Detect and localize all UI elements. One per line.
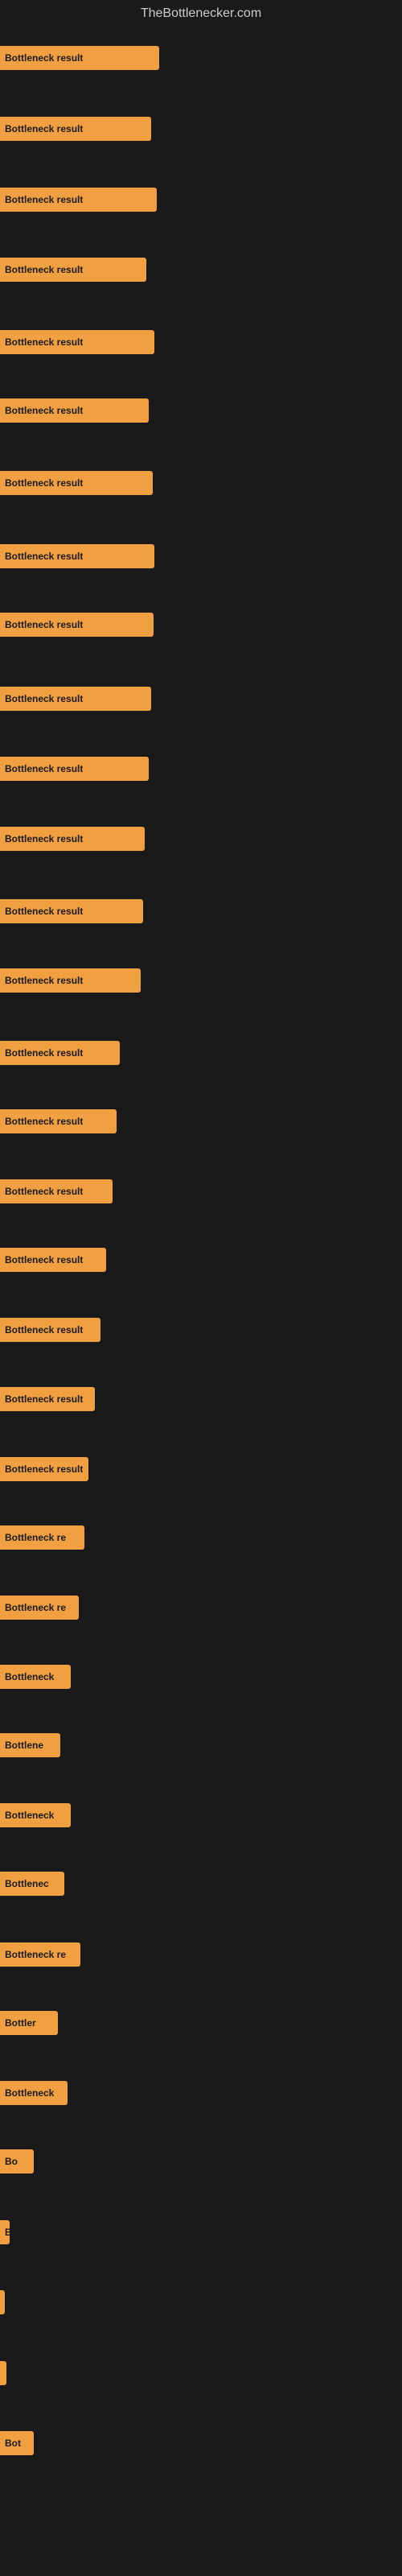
bottleneck-result-label: Bottleneck result — [5, 763, 83, 774]
bottleneck-result-label: Bottlene — [5, 1740, 43, 1751]
bottleneck-result-bar: Bottleneck result — [0, 1387, 95, 1411]
bottleneck-result-label: Bottleneck re — [5, 1602, 66, 1613]
bottleneck-result-label: Bottleneck result — [5, 551, 83, 562]
bottleneck-result-label: Bottleneck — [5, 1810, 54, 1821]
bottleneck-result-label: Bottleneck re — [5, 1532, 66, 1543]
bottleneck-result-bar: B — [0, 2220, 10, 2244]
bottleneck-result-bar: Bottleneck result — [0, 544, 154, 568]
bottleneck-result-label: Bottleneck result — [5, 194, 83, 205]
bottleneck-result-label: Bottleneck — [5, 1671, 54, 1682]
bottleneck-result-bar: Bottleneck result — [0, 258, 146, 282]
bottleneck-result-label: Bottleneck result — [5, 975, 83, 986]
bottleneck-result-label: Bot — [5, 2438, 21, 2449]
bottleneck-result-bar: Bottleneck result — [0, 1248, 106, 1272]
bottleneck-result-bar: Bottleneck re — [0, 1942, 80, 1967]
bottleneck-result-bar — [0, 2361, 6, 2385]
bottleneck-result-bar: Bottler — [0, 2011, 58, 2035]
bottleneck-result-label: Bottleneck result — [5, 693, 83, 704]
bottleneck-result-bar: Bottleneck result — [0, 687, 151, 711]
bottleneck-result-label: Bottleneck result — [5, 264, 83, 275]
bottleneck-result-label: Bottleneck result — [5, 906, 83, 917]
bottleneck-result-label: Bottleneck result — [5, 1047, 83, 1059]
bottleneck-result-label: Bottleneck result — [5, 52, 83, 64]
bottleneck-result-label: Bottler — [5, 2017, 36, 2029]
bottleneck-result-bar: Bottlenec — [0, 1872, 64, 1896]
bottleneck-result-bar: Bottleneck result — [0, 827, 145, 851]
bottleneck-result-bar: Bottleneck result — [0, 757, 149, 781]
bottleneck-result-bar: Bottlene — [0, 1733, 60, 1757]
bottleneck-result-label: Bottleneck result — [5, 1324, 83, 1335]
bottleneck-result-label: Bottleneck result — [5, 123, 83, 134]
bottleneck-result-bar: Bottleneck result — [0, 330, 154, 354]
bottleneck-result-bar: Bottleneck result — [0, 1109, 117, 1133]
bottleneck-result-bar: Bottleneck result — [0, 613, 154, 637]
bottleneck-result-bar: Bottleneck result — [0, 471, 153, 495]
bottleneck-result-label: Bottleneck result — [5, 477, 83, 489]
bottleneck-result-bar: Bottleneck result — [0, 398, 149, 423]
bottleneck-result-label: Bottleneck re — [5, 1949, 66, 1960]
bottleneck-result-bar: Bottleneck result — [0, 1318, 100, 1342]
bottleneck-result-label: B — [5, 2227, 10, 2238]
bottleneck-result-bar: Bottleneck result — [0, 1457, 88, 1481]
bottleneck-result-label: Bottleneck — [5, 2087, 54, 2099]
bottleneck-result-bar: Bot — [0, 2431, 34, 2455]
bottleneck-result-label: Bo — [5, 2156, 18, 2167]
bottleneck-result-bar: Bottleneck result — [0, 899, 143, 923]
bottleneck-result-label: Bottlenec — [5, 1878, 49, 1889]
bottleneck-result-label: Bottleneck result — [5, 833, 83, 844]
bottleneck-result-bar: Bottleneck result — [0, 46, 159, 70]
bottleneck-result-bar: Bottleneck re — [0, 1596, 79, 1620]
bottleneck-result-label: Bottleneck result — [5, 1186, 83, 1197]
bottleneck-result-label: Bottleneck result — [5, 619, 83, 630]
bottleneck-result-bar: Bottleneck — [0, 2081, 68, 2105]
site-title: TheBottlenecker.com — [0, 0, 402, 31]
bottleneck-result-label: Bottleneck result — [5, 1116, 83, 1127]
bottleneck-result-bar — [0, 2290, 5, 2314]
bottleneck-result-bar: Bottleneck result — [0, 117, 151, 141]
bottleneck-result-bar: Bo — [0, 2149, 34, 2174]
bottleneck-result-label: Bottleneck result — [5, 1393, 83, 1405]
bottleneck-result-bar: Bottleneck — [0, 1665, 71, 1689]
bottleneck-result-bar: Bottleneck result — [0, 968, 141, 993]
bottleneck-result-bar: Bottleneck — [0, 1803, 71, 1827]
bottleneck-result-label: Bottleneck result — [5, 1254, 83, 1265]
bottleneck-result-label: Bottleneck result — [5, 1463, 83, 1475]
bottleneck-result-bar: Bottleneck re — [0, 1525, 84, 1550]
bottleneck-result-bar: Bottleneck result — [0, 1179, 113, 1203]
bottleneck-result-label: Bottleneck result — [5, 405, 83, 416]
bottleneck-result-bar: Bottleneck result — [0, 188, 157, 212]
bottleneck-result-bar: Bottleneck result — [0, 1041, 120, 1065]
bottleneck-result-label: Bottleneck result — [5, 336, 83, 348]
